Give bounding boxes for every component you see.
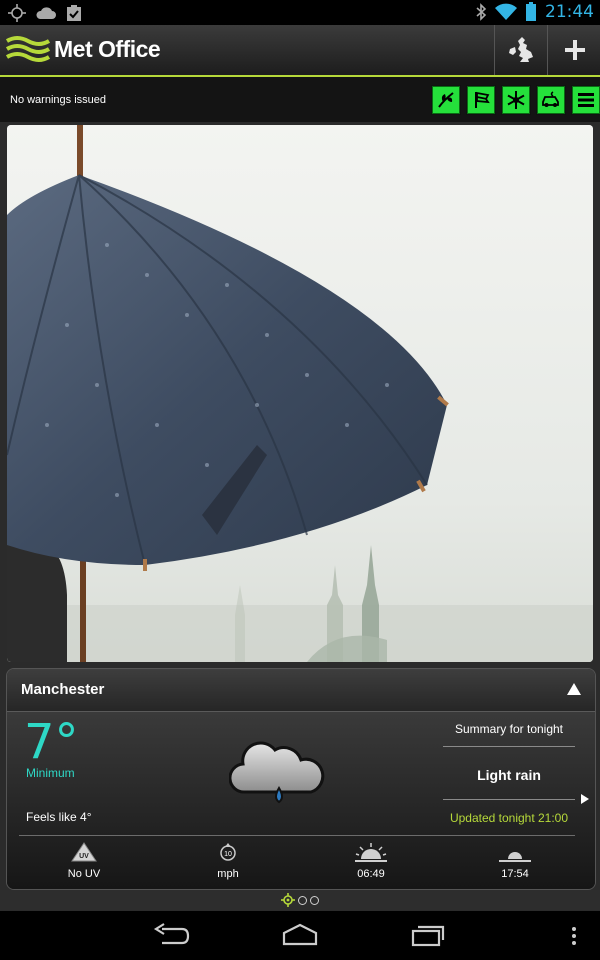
status-bar: 21:44 [0,0,600,25]
snowflake-icon [507,91,525,109]
temperature-label: Minimum [26,766,75,780]
pollen-button[interactable] [431,85,461,115]
driving-button[interactable] [536,85,566,115]
umbrella-photo-illustration [7,125,593,662]
updated-time: Updated tonight 21:00 [449,811,569,825]
feels-like: Feels like 4° [26,810,92,824]
uv-label: No UV [67,868,101,880]
battery-icon [526,2,536,21]
location-name: Manchester [21,681,105,698]
weather-photo [7,125,593,662]
add-icon [564,40,585,60]
current-location-icon[interactable] [281,893,295,907]
quick-icons [431,85,600,115]
beach-flag-icon [475,91,490,108]
wind-speed: 10 [224,851,232,858]
bluetooth-icon [476,3,487,21]
cloud-icon [36,7,56,19]
uv-icon: UV [71,842,97,862]
collapse-up-icon[interactable] [567,683,581,695]
met-office-wave-icon [6,36,50,62]
sunset-time: 17:54 [501,868,529,880]
home-icon[interactable] [280,923,320,947]
uv-stat: UV No UV [44,840,124,880]
menu-button[interactable] [571,85,600,115]
page-dot[interactable] [310,895,319,905]
menu-icon [578,93,594,107]
back-icon[interactable] [152,923,190,947]
divider [443,746,575,747]
wind-stat: 10 mph [188,840,268,880]
recent-apps-icon[interactable] [410,923,446,947]
add-location-button[interactable] [547,25,600,75]
met-office-logo[interactable]: Met Office [6,35,161,63]
warnings-bar: No warnings issued [0,77,600,122]
page-dot[interactable] [298,895,307,905]
sunset-icon [499,852,531,862]
cloud-rain-icon [229,741,325,804]
driving-icon [542,91,559,107]
sunrise-time: 06:49 [357,868,385,880]
snow-button[interactable] [501,85,531,115]
temperature-value: 7° [24,714,79,770]
forecast-panel-body: 7° Minimum Feels like 4° Summary for ton… [7,712,595,889]
page-indicator [0,890,600,910]
forecast-panel: Manchester 7° Minimum Feels like 4° Summ… [6,668,596,890]
app-header: Met Office [0,25,600,77]
pollen-icon [438,92,454,108]
uk-map-button[interactable] [494,25,547,75]
wind-icon: 10 [220,843,236,861]
overflow-menu-icon[interactable] [570,927,578,945]
summary-value: Light rain [477,767,541,783]
divider [443,799,575,800]
warnings-status[interactable]: No warnings issued [10,94,106,106]
beach-button[interactable] [466,85,496,115]
navigation-bar [0,911,600,960]
uk-map-icon [509,37,533,62]
wifi-icon [495,3,517,20]
sunset-stat: 17:54 [475,840,555,880]
status-clock: 21:44 [545,2,594,22]
summary-heading: Summary for tonight [454,722,564,736]
forecast-panel-header[interactable]: Manchester [7,669,595,712]
app-title: Met Office [54,35,161,62]
next-arrow-icon[interactable] [581,794,589,804]
divider [19,835,575,836]
sunrise-icon [355,843,387,862]
gps-icon [8,4,26,22]
clipboard-check-icon [67,5,81,21]
sunrise-stat: 06:49 [331,840,411,880]
wind-label: mph [217,868,239,880]
svg-text:UV: UV [79,853,89,860]
